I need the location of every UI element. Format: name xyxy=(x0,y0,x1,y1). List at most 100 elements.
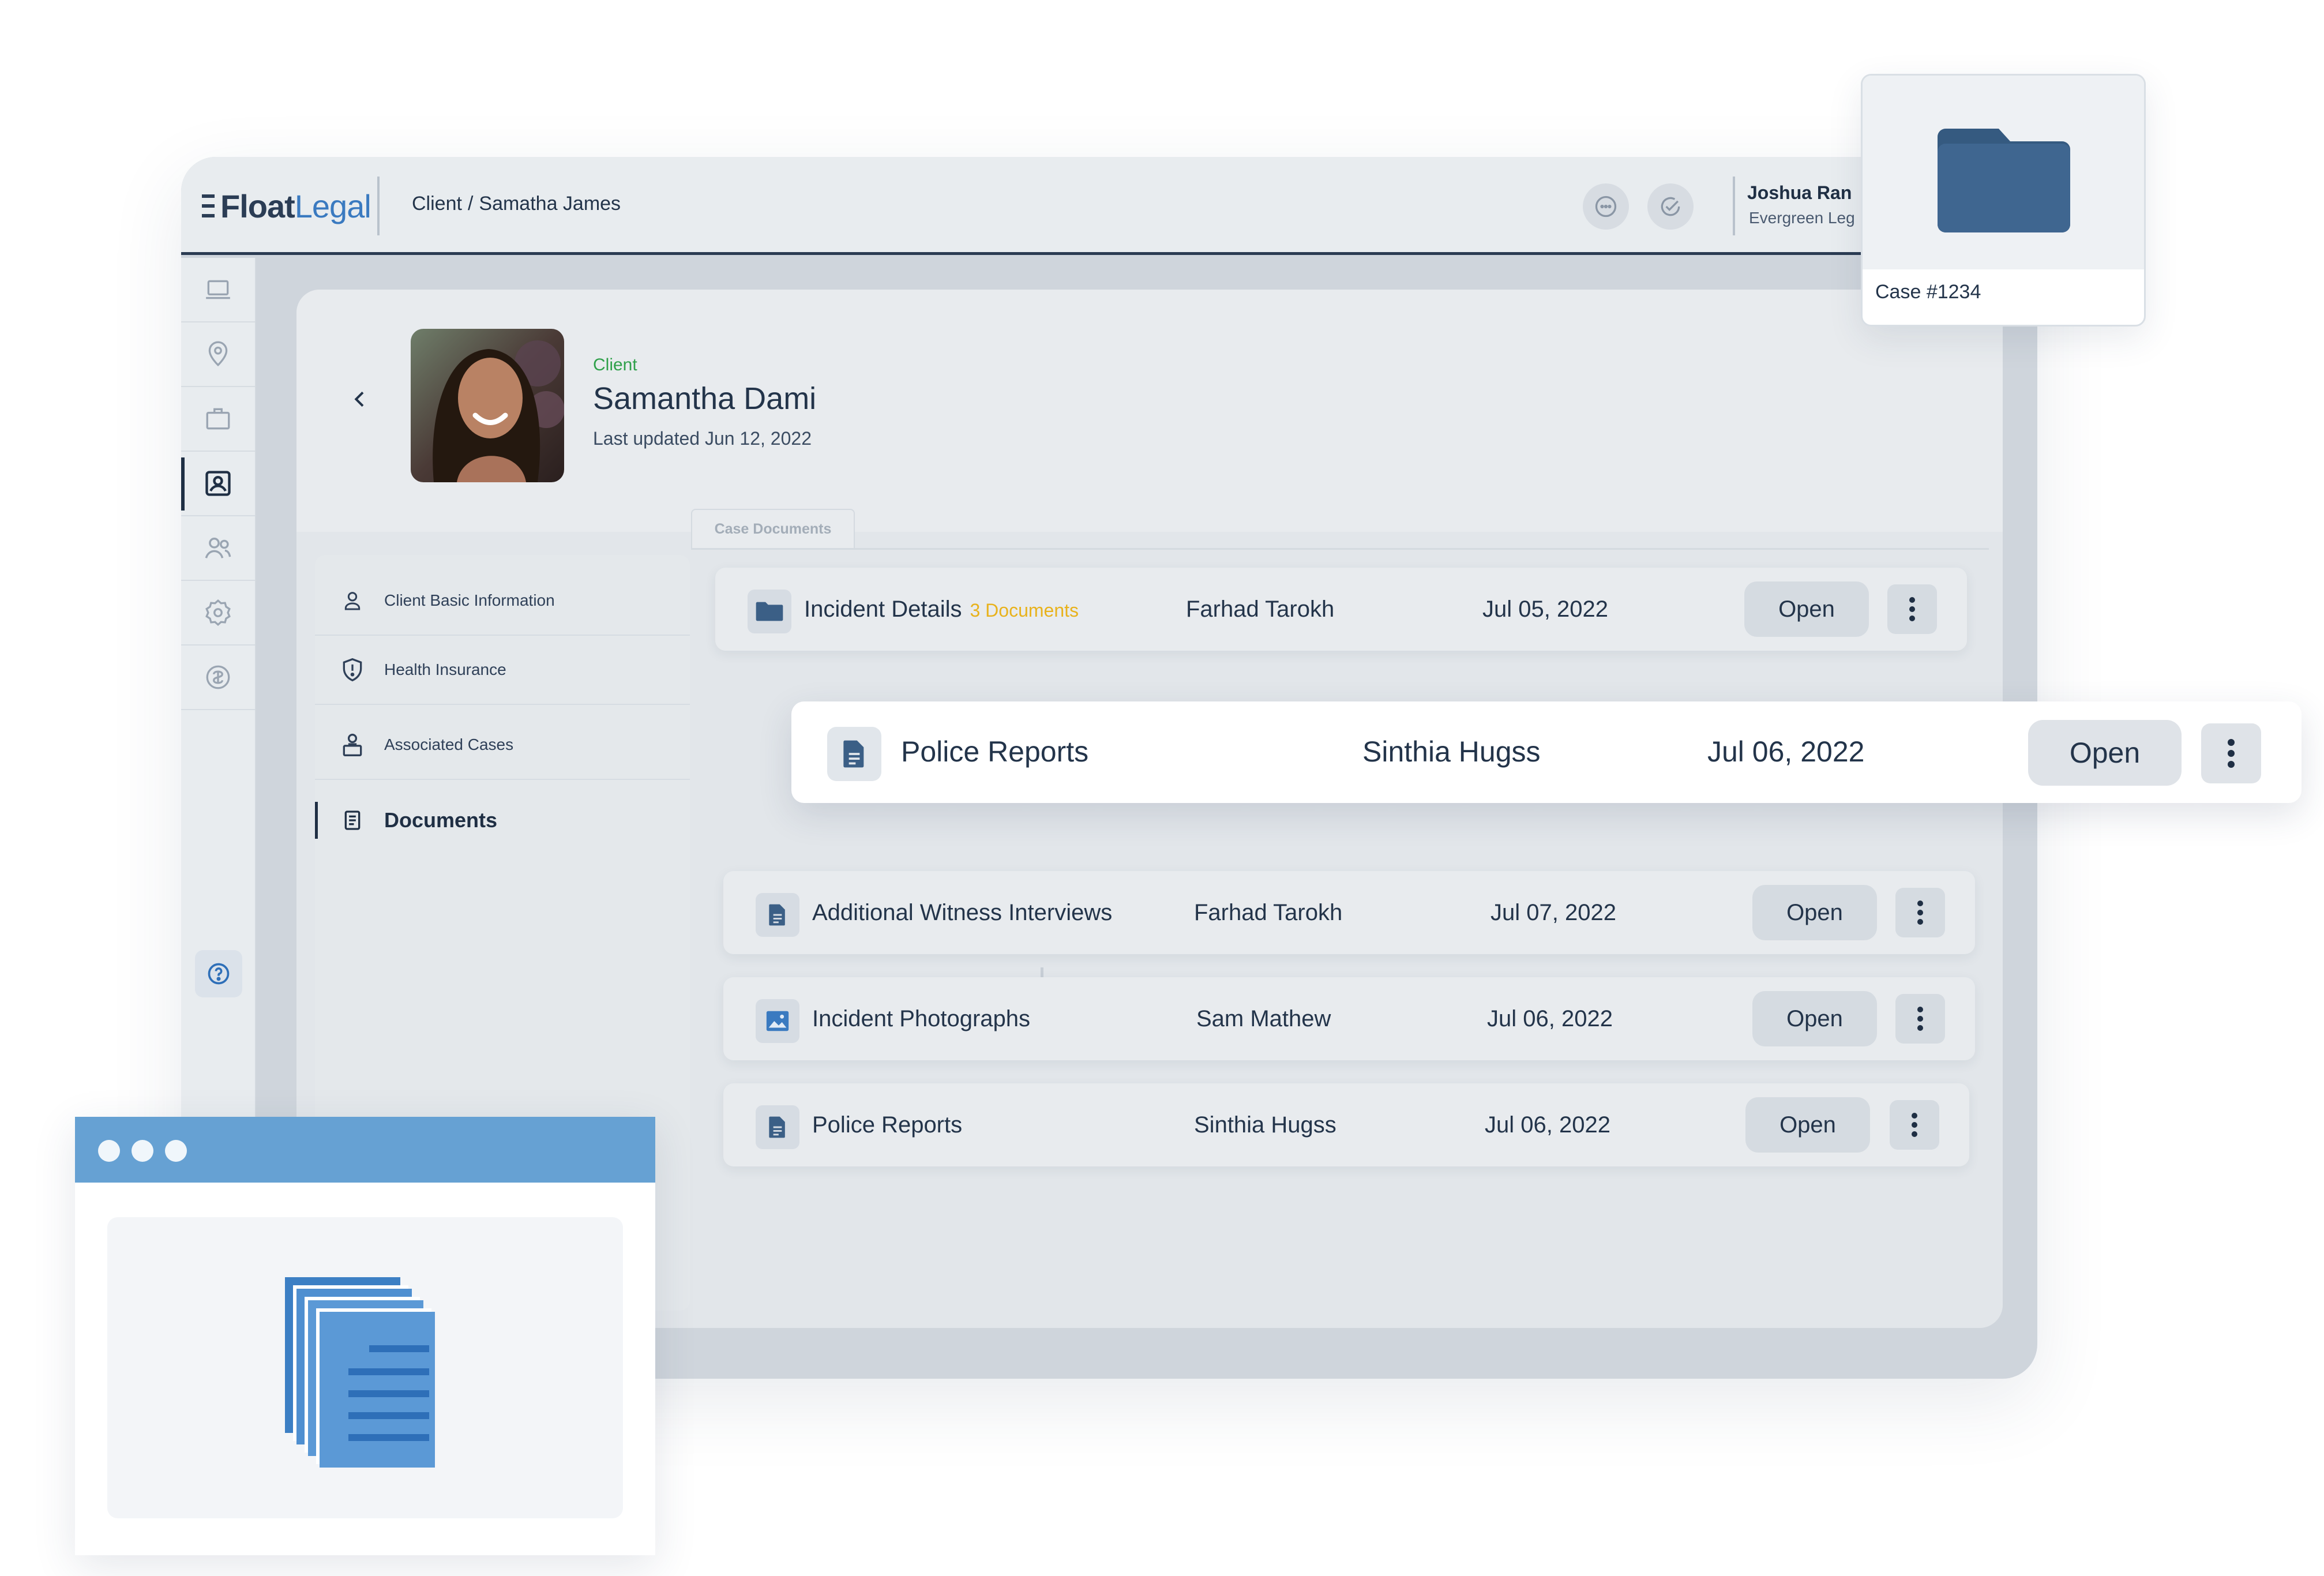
image-icon xyxy=(756,999,799,1043)
floatlegal-logo[interactable]: Float Legal xyxy=(202,186,371,226)
window-dot xyxy=(98,1140,120,1162)
location-pin-icon xyxy=(208,341,228,367)
nav-item-documents[interactable]: Documents xyxy=(315,786,690,855)
document-row[interactable]: Incident Photographs Sam Mathew Jul 06, … xyxy=(723,977,1975,1060)
client-name: Samantha Dami xyxy=(593,381,817,416)
case-card-preview xyxy=(1863,76,2144,269)
check-circle-icon xyxy=(1661,197,1680,216)
chat-icon xyxy=(1595,196,1617,217)
gear-icon xyxy=(205,599,231,626)
user-org: Evergreen Leg xyxy=(1749,209,1855,227)
floating-document-row[interactable]: Police Reports Sinthia Hugss Jul 06, 202… xyxy=(791,701,2302,803)
logo-pillar-icon xyxy=(202,193,215,219)
document-owner: Sinthia Hugss xyxy=(1362,736,1541,768)
more-options-button[interactable] xyxy=(1890,1100,1939,1150)
nav-item-associated-cases[interactable]: Associated Cases xyxy=(315,711,690,780)
document-owner: Sam Mathew xyxy=(1196,1005,1331,1031)
help-button[interactable] xyxy=(195,950,242,997)
folder-icon xyxy=(1938,129,2070,232)
browser-title-bar xyxy=(75,1117,655,1183)
document-date: Jul 06, 2022 xyxy=(1487,1005,1613,1031)
case-card-label: Case #1234 xyxy=(1875,281,1981,303)
open-button[interactable]: Open xyxy=(1744,581,1869,637)
briefcase-icon xyxy=(206,408,230,430)
chat-button[interactable] xyxy=(1583,183,1629,230)
kebab-menu-icon xyxy=(1917,900,1923,925)
sidebar-item-billing[interactable] xyxy=(181,646,255,710)
open-button[interactable]: Open xyxy=(2028,720,2182,786)
laptop-icon xyxy=(206,280,230,299)
client-header: Client Samantha Dami Last updated Jun 12… xyxy=(296,290,2003,532)
tasks-button[interactable] xyxy=(1647,183,1694,230)
user-briefcase-icon xyxy=(332,732,373,757)
more-options-button[interactable] xyxy=(1895,994,1945,1044)
document-owner: Farhad Tarokh xyxy=(1186,596,1335,622)
file-text-icon xyxy=(756,893,799,937)
user-name[interactable]: Joshua Ran xyxy=(1747,182,1852,204)
nav-label: Documents xyxy=(384,808,498,832)
browser-window-illustration xyxy=(75,1117,655,1555)
sidebar-item-locations[interactable] xyxy=(181,322,255,387)
sidebar-item-team[interactable] xyxy=(181,516,255,581)
document-title: Police Reports xyxy=(901,736,1089,768)
client-role: Client xyxy=(593,355,637,374)
help-icon xyxy=(208,963,230,985)
document-date: Jul 05, 2022 xyxy=(1482,596,1608,622)
document-owner: Sinthia Hugss xyxy=(1194,1112,1336,1138)
contact-card-icon xyxy=(205,471,231,496)
document-row[interactable]: Police Reports Sinthia Hugss Jul 06, 202… xyxy=(723,1083,1969,1166)
more-options-button[interactable] xyxy=(1895,888,1945,937)
open-button[interactable]: Open xyxy=(1752,991,1877,1046)
kebab-menu-icon xyxy=(2228,739,2235,768)
document-date: Jul 06, 2022 xyxy=(1485,1112,1610,1138)
nav-label: Client Basic Information xyxy=(384,591,555,609)
sidebar-item-settings[interactable] xyxy=(181,581,255,646)
back-button[interactable] xyxy=(348,388,371,414)
person-icon xyxy=(332,589,373,612)
users-icon xyxy=(205,538,231,558)
client-avatar xyxy=(411,329,564,482)
document-owner: Farhad Tarokh xyxy=(1194,899,1343,925)
document-title: Additional Witness Interviews xyxy=(812,899,1113,925)
open-button[interactable]: Open xyxy=(1745,1097,1870,1153)
document-row[interactable]: Incident Details 3 Documents Farhad Tarok… xyxy=(715,568,1967,651)
document-row[interactable]: Additional Witness Interviews Farhad Tar… xyxy=(723,871,1975,954)
case-card[interactable]: Case #1234 xyxy=(1861,74,2146,327)
topbar-divider-2 xyxy=(1733,177,1735,235)
tab-underline xyxy=(691,548,1989,550)
nav-label: Health Insurance xyxy=(384,661,506,678)
sidebar-item-cases[interactable] xyxy=(181,387,255,452)
topbar-divider xyxy=(377,177,380,235)
kebab-menu-icon xyxy=(1912,1113,1917,1137)
document-date: Jul 07, 2022 xyxy=(1490,899,1616,925)
sidebar-item-dashboard[interactable] xyxy=(181,258,255,322)
document-title: Incident Photographs xyxy=(812,1005,1031,1031)
more-options-button[interactable] xyxy=(2201,723,2261,783)
kebab-menu-icon xyxy=(1917,1007,1923,1031)
nav-item-health-insurance[interactable]: Health Insurance xyxy=(315,636,690,705)
stacked-documents-icon xyxy=(285,1277,435,1468)
file-text-icon xyxy=(756,1105,799,1149)
folder-icon xyxy=(748,590,791,633)
open-button[interactable]: Open xyxy=(1752,885,1877,940)
tab-case-documents[interactable]: Case Documents xyxy=(691,509,855,548)
breadcrumb-section[interactable]: Client xyxy=(412,193,462,215)
breadcrumb-separator: / xyxy=(467,193,474,215)
breadcrumb: Client / Samatha James xyxy=(412,193,626,215)
document-count-badge: 3 Documents xyxy=(970,599,1079,621)
more-options-button[interactable] xyxy=(1887,584,1937,634)
chevron-left-icon xyxy=(354,391,364,407)
document-date: Jul 06, 2022 xyxy=(1707,736,1865,768)
shield-alert-icon xyxy=(332,657,373,682)
sidebar-item-clients[interactable] xyxy=(181,452,255,516)
document-icon xyxy=(332,809,373,832)
nav-item-client-basic-info[interactable]: Client Basic Information xyxy=(315,566,690,636)
file-text-icon xyxy=(827,727,881,781)
browser-content-panel xyxy=(107,1217,623,1518)
window-dot xyxy=(132,1140,153,1162)
breadcrumb-current: Samatha James xyxy=(479,193,621,215)
document-title: Incident Details 3 Documents xyxy=(804,596,1079,622)
kebab-menu-icon xyxy=(1909,597,1915,621)
coin-plus-icon xyxy=(206,665,230,689)
client-last-updated: Last updated Jun 12, 2022 xyxy=(593,428,812,449)
